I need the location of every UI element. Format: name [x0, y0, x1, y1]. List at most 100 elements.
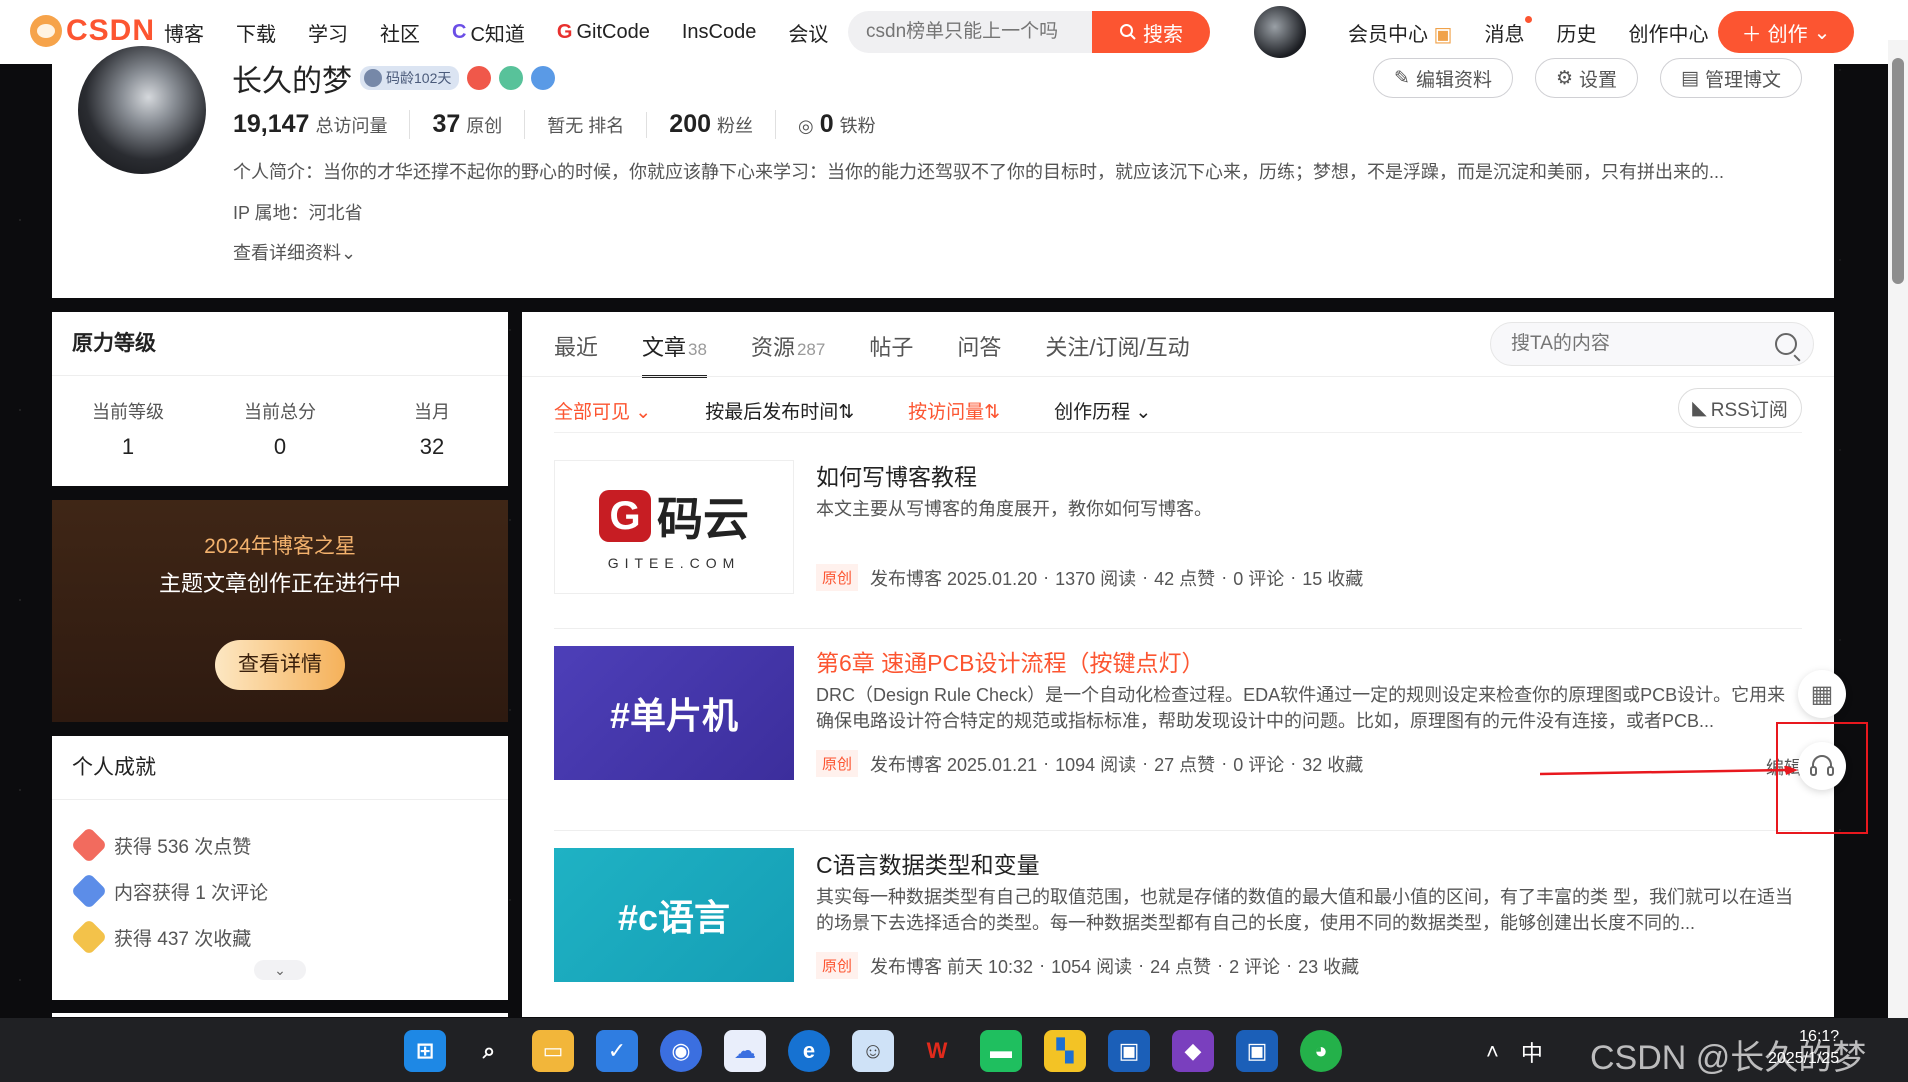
meta-dot: ·: [1043, 753, 1050, 773]
nav-messages[interactable]: 消息: [1484, 15, 1533, 47]
tasks-app-icon[interactable]: ✓: [596, 1030, 638, 1072]
edge-browser-icon[interactable]: e: [788, 1030, 830, 1072]
scrollbar-thumb[interactable]: [1892, 58, 1904, 284]
filter-visibility[interactable]: 全部可见 ⌄: [554, 397, 651, 424]
nav-item-community[interactable]: 社区: [380, 18, 420, 47]
manage-posts-button[interactable]: ▤ 管理博文: [1660, 58, 1802, 98]
dev-tool-icon[interactable]: ▣: [1236, 1030, 1278, 1072]
wps-office-icon[interactable]: W: [916, 1030, 958, 1072]
tab-resources[interactable]: 资源 287: [751, 330, 825, 362]
stat-original[interactable]: 37 原创: [432, 110, 526, 139]
nav-item-download[interactable]: 下载: [236, 18, 276, 47]
stat-value: 37: [432, 110, 461, 138]
nav-creator-center[interactable]: 创作中心: [1628, 18, 1708, 47]
ime-indicator[interactable]: 中: [1521, 1036, 1543, 1068]
article-title[interactable]: 第6章 速通PCB设计流程（按键点灯）: [816, 644, 1204, 678]
medal-icon[interactable]: [467, 66, 492, 90]
qr-code-icon[interactable]: ▦: [1798, 670, 1846, 718]
article-title[interactable]: 如何写博客教程: [816, 458, 977, 492]
stat-iron-fans[interactable]: ◎ 0 铁粉: [798, 110, 898, 139]
windows-apps-icon[interactable]: ▚: [1044, 1030, 1086, 1072]
read-count: 1054 阅读: [1051, 956, 1133, 977]
nav-item-meeting[interactable]: 会议: [788, 18, 828, 47]
medal-icon[interactable]: [531, 66, 556, 90]
thumb-text: 码云: [657, 493, 749, 545]
nav-vip-center[interactable]: 会员中心 ▣: [1348, 18, 1452, 47]
tab-articles[interactable]: 文章 38: [642, 330, 707, 378]
search-icon[interactable]: [1775, 333, 1797, 355]
nav-item-gitcode[interactable]: G GitCode: [557, 21, 650, 44]
file-explorer-icon[interactable]: ▭: [532, 1030, 574, 1072]
article-item[interactable]: #单片机 第6章 速通PCB设计流程（按键点灯） DRC（Design Rule…: [554, 646, 1802, 846]
view-details-button[interactable]: 查看详情: [215, 640, 345, 690]
profile-avatar[interactable]: [74, 42, 210, 178]
settings-button[interactable]: ⚙ 设置: [1534, 58, 1639, 98]
force-level-title: 原力等级: [52, 312, 508, 376]
sort-by-views[interactable]: 按访问量⇅: [908, 397, 1000, 424]
article-thumbnail[interactable]: #c语言: [554, 848, 794, 982]
nav-search-button[interactable]: 搜索: [1092, 11, 1210, 53]
nav-history[interactable]: 历史: [1556, 18, 1596, 47]
article-thumbnail[interactable]: #单片机: [554, 646, 794, 780]
profile-stats: 19,147 总访问量 37 原创 暂无 排名 200 粉丝 ◎ 0 铁粉: [233, 110, 920, 139]
start-menu-icon[interactable]: ⊞: [404, 1030, 446, 1072]
stat-fans[interactable]: 200 粉丝: [669, 110, 777, 139]
achievement-text: 获得 437 次收藏: [114, 928, 252, 950]
dev-tool-icon[interactable]: ▣: [1108, 1030, 1150, 1072]
article-thumbnail[interactable]: G 码云 GITEE.COM: [554, 460, 794, 594]
content-search-input[interactable]: [1511, 323, 1751, 365]
stat-visits[interactable]: 19,147 总访问量: [233, 110, 411, 139]
view-details-label: 查看详细资料: [233, 243, 341, 263]
stat-rank[interactable]: 暂无 排名: [547, 112, 648, 138]
tab-posts[interactable]: 帖子: [869, 330, 913, 362]
nav-item-c-zhidao[interactable]: C C知道: [452, 18, 525, 47]
filter-bar: 全部可见 ⌄ 按最后发布时间⇅ 按访问量⇅ 创作历程 ⌄: [554, 390, 1205, 430]
article-item[interactable]: #c语言 C语言数据类型和变量 其实每一种数据类型有自己的取值范围，也就是存储的…: [554, 848, 1802, 1017]
meta-dot: ·: [1221, 567, 1228, 587]
level-month: 当月 32: [367, 398, 497, 460]
sort-by-time[interactable]: 按最后发布时间⇅: [705, 397, 854, 424]
achievements-title: 个人成就: [52, 736, 508, 800]
tab-qa[interactable]: 问答: [957, 330, 1001, 362]
browser-icon[interactable]: ◉: [660, 1030, 702, 1072]
stat-label: 暂无 排名: [547, 116, 625, 136]
chat-app-icon[interactable]: ▬: [980, 1030, 1022, 1072]
visual-studio-icon[interactable]: ◆: [1172, 1030, 1214, 1072]
search-icon[interactable]: ⌕: [468, 1030, 510, 1072]
avatar-app-icon[interactable]: ☺: [852, 1030, 894, 1072]
banner-title: 2024年博客之星: [204, 535, 356, 558]
search-button-label: 搜索: [1143, 23, 1183, 46]
expand-chevron-icon[interactable]: ⌄: [254, 960, 306, 980]
medal-icon[interactable]: [499, 66, 524, 90]
view-details-link[interactable]: 查看详细资料⌄: [233, 239, 356, 265]
rss-subscribe-button[interactable]: ◣ RSS订阅: [1678, 388, 1802, 428]
profile-card: 长久的梦 码龄102天 ✎ 编辑资料 ⚙ 设置 ▤ 管理博文 19,147 总访问量 3…: [52, 42, 1834, 298]
tab-follow[interactable]: 关注/订阅/互动: [1045, 330, 1189, 362]
nav-search-input[interactable]: [866, 11, 1106, 53]
tab-recent[interactable]: 最近: [554, 330, 598, 362]
nav-search: 搜索: [848, 11, 1210, 53]
nav-item-learn[interactable]: 学习: [308, 18, 348, 47]
system-clock[interactable]: 16:1? 2025/1/25: [1768, 1026, 1839, 1070]
create-button[interactable]: ＋ 创作 ⌄: [1718, 11, 1854, 53]
achievement-text: 内容获得 1 次评论: [114, 882, 269, 904]
meta-dot: ·: [1217, 955, 1224, 975]
favorite-count: 32 收藏: [1302, 754, 1364, 775]
nav-item-inscode[interactable]: InsCode: [682, 21, 757, 44]
plus-icon: ＋: [1741, 23, 1762, 46]
tab-label: 关注/订阅/互动: [1045, 335, 1190, 360]
user-avatar[interactable]: [1254, 6, 1306, 58]
profile-name: 长久的梦: [232, 65, 352, 98]
wechat-icon[interactable]: ◕: [1300, 1030, 1342, 1072]
read-count: 1370 阅读: [1055, 568, 1137, 589]
level-value: 0: [273, 434, 287, 459]
creation-history[interactable]: 创作历程 ⌄: [1054, 397, 1151, 424]
nav-item-blog[interactable]: 博客: [164, 18, 204, 47]
edit-profile-button[interactable]: ✎ 编辑资料: [1373, 58, 1513, 98]
article-title[interactable]: C语言数据类型和变量: [816, 846, 1040, 880]
chevron-up-icon[interactable]: ˄: [1486, 1039, 1499, 1065]
cloud-drive-icon[interactable]: ☁: [724, 1030, 766, 1072]
profile-name-row: 长久的梦 码龄102天: [232, 56, 556, 100]
page-scrollbar[interactable]: [1888, 40, 1908, 1042]
article-item[interactable]: G 码云 GITEE.COM 如何写博客教程 本文主要从写博客的角度展开，教你如…: [554, 460, 1802, 660]
